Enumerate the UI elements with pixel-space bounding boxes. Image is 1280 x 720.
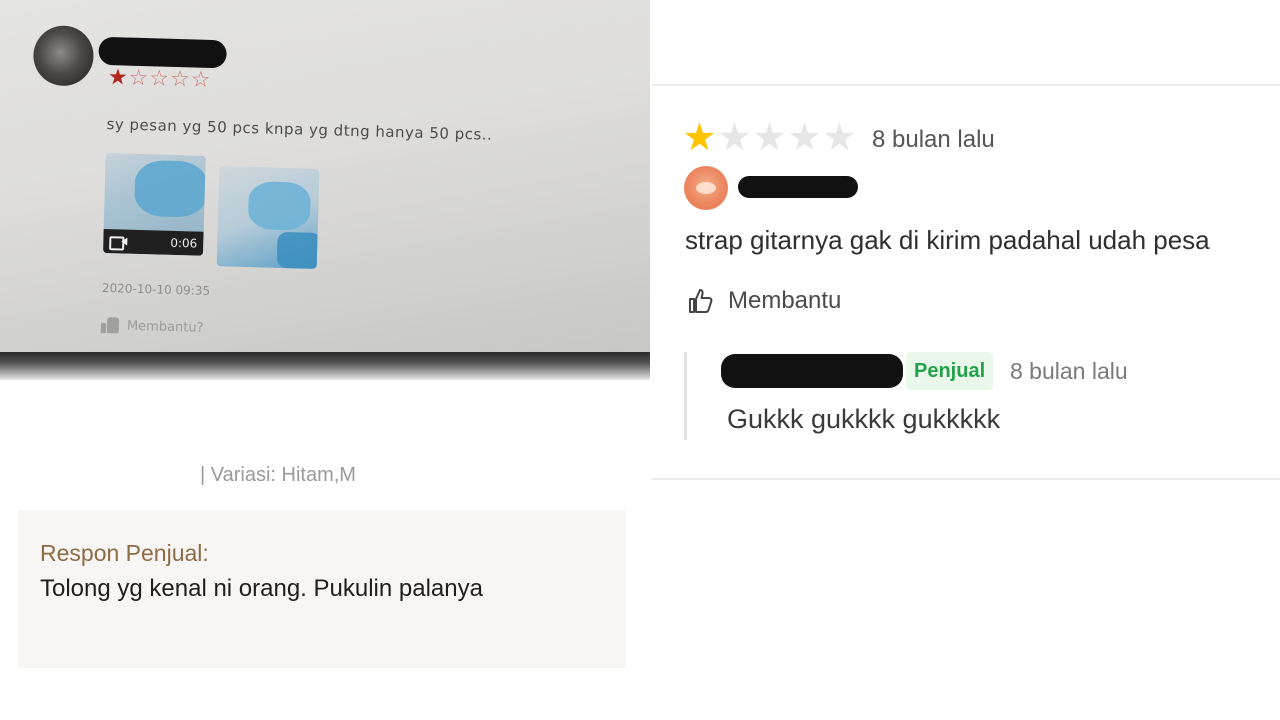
review-video-thumbnail[interactable]: 0:06 (102, 153, 206, 256)
video-camera-icon (109, 235, 127, 247)
redacted-username (738, 176, 858, 198)
reply-time: 8 bulan lalu (1010, 358, 1128, 384)
photo-review-panel: ★☆☆☆☆ sy pesan yg 50 pcs knpa yg dtng ha… (0, 0, 650, 380)
thumbs-up-icon (101, 317, 119, 333)
photo-star-rating: ★☆☆☆☆ (108, 65, 212, 93)
redacted-seller-name (721, 354, 903, 388)
seller-response-text: Tolong yg kenal ni orang. Pukulin palany… (40, 575, 483, 602)
seller-reply: Penjual 8 bulan lalu Gukkk gukkkk gukkkk… (684, 352, 1244, 440)
divider-top (652, 84, 1280, 86)
photo-screen-edge (0, 352, 650, 380)
photo-helpful-button[interactable]: Membantu? (101, 317, 204, 336)
divider-bottom (652, 478, 1280, 480)
star-empty-icon (789, 122, 820, 151)
photo-review-text: sy pesan yg 50 pcs knpa yg dtng hanya 50… (106, 115, 493, 144)
seller-badge: Penjual (906, 352, 994, 390)
helpful-label: Membantu (728, 287, 842, 314)
review-date: 2020-10-10 09:35 (101, 280, 211, 298)
review-comment: strap gitarnya gak di kirim padahal udah… (685, 225, 1210, 255)
star-filled-icon (684, 122, 715, 151)
seller-response-box: Respon Penjual: Tolong yg kenal ni orang… (18, 510, 626, 668)
product-mask-image (247, 181, 312, 231)
redacted-username (98, 36, 227, 69)
video-bar: 0:06 (102, 228, 204, 256)
reviewer-avatar[interactable] (684, 166, 728, 210)
star-filled-icon: ★ (107, 65, 129, 91)
review-star-rating (684, 122, 855, 153)
star-empty-icons: ☆☆☆☆ (128, 65, 212, 93)
review-time: 8 bulan lalu (872, 126, 995, 153)
photo-helpful-label: Membantu? (126, 318, 204, 336)
video-duration: 0:06 (170, 235, 198, 251)
photo-review-content: ★☆☆☆☆ sy pesan yg 50 pcs knpa yg dtng ha… (0, 0, 650, 370)
star-empty-icon (754, 122, 785, 151)
reviewer-avatar (32, 24, 95, 87)
star-empty-icon (824, 122, 855, 151)
product-mask-image (134, 159, 206, 218)
seller-response-label: Respon Penjual: (40, 540, 209, 566)
star-empty-icon (719, 122, 750, 151)
review-photo-thumbnail[interactable] (216, 166, 320, 269)
reply-text: Gukkk gukkkk gukkkkk (727, 404, 1001, 434)
thumbs-up-icon (689, 289, 713, 313)
variation-label: | Variasi: Hitam,M (200, 464, 356, 486)
product-package-image (276, 231, 320, 269)
helpful-button[interactable]: Membantu (686, 287, 841, 315)
